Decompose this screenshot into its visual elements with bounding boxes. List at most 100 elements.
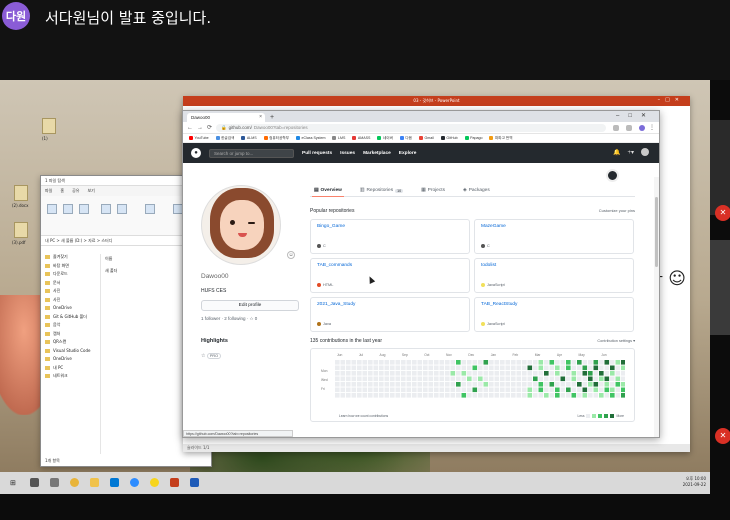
contribution-day-cell[interactable] <box>549 393 555 398</box>
contribution-day-cell[interactable] <box>494 387 500 393</box>
nav-issues[interactable]: Issues <box>340 151 355 156</box>
contribution-day-cell[interactable] <box>577 360 582 365</box>
contribution-day-cell[interactable] <box>489 382 494 387</box>
contribution-day-cell[interactable] <box>379 365 384 371</box>
contribution-day-cell[interactable] <box>478 371 483 376</box>
contribution-day-cell[interactable] <box>610 393 615 398</box>
contribution-day-cell[interactable] <box>494 371 500 376</box>
contribution-day-cell[interactable] <box>395 371 401 376</box>
contribution-day-cell[interactable] <box>571 376 577 382</box>
github-search-input[interactable]: Search or jump to... <box>209 148 294 158</box>
contribution-day-cell[interactable] <box>390 376 395 382</box>
contribution-day-cell[interactable] <box>577 382 582 387</box>
contribution-day-cell[interactable] <box>423 382 428 387</box>
contribution-day-cell[interactable] <box>335 365 340 371</box>
contribution-day-cell[interactable] <box>379 393 384 398</box>
contribution-day-cell[interactable] <box>445 371 450 376</box>
contribution-day-cell[interactable] <box>604 360 610 365</box>
nav-item[interactable]: OneDrive <box>41 356 100 365</box>
folder-icon[interactable] <box>90 478 99 487</box>
contribution-day-cell[interactable] <box>582 376 588 382</box>
nav-item[interactable]: QR스캔 <box>41 339 100 348</box>
contribution-day-cell[interactable] <box>615 393 621 398</box>
contribution-day-cell[interactable] <box>417 360 423 365</box>
edit-profile-button[interactable]: Edit profile <box>201 300 299 311</box>
contribution-day-cell[interactable] <box>604 382 610 387</box>
contribution-day-cell[interactable] <box>538 393 544 398</box>
contribution-day-cell[interactable] <box>588 371 593 376</box>
contribution-day-cell[interactable] <box>566 371 571 376</box>
taskbar-clock[interactable]: 오후 10:00 2021-09-22 <box>683 476 706 488</box>
nav-item[interactable]: 문서 <box>41 280 100 289</box>
contribution-day-cell[interactable] <box>346 360 351 365</box>
contribution-day-cell[interactable] <box>478 376 483 382</box>
bookmark-item[interactable]: ALMS <box>241 136 257 140</box>
nav-item[interactable]: 바탕 화면 <box>41 263 100 272</box>
bookmark-item[interactable]: 네이버 <box>377 136 393 141</box>
contribution-day-cell[interactable] <box>582 393 588 398</box>
contribution-day-cell[interactable] <box>373 365 379 371</box>
contribution-day-cell[interactable] <box>445 365 450 371</box>
contribution-day-cell[interactable] <box>401 387 406 393</box>
close-tab-icon[interactable]: × <box>259 114 262 120</box>
nav-item[interactable]: OneDrive <box>41 305 100 314</box>
contribution-day-cell[interactable] <box>472 371 478 376</box>
back-icon[interactable]: ← <box>187 125 193 131</box>
bookmark-item[interactable]: GitHub <box>440 136 458 140</box>
contribution-day-cell[interactable] <box>461 376 467 382</box>
contribution-day-cell[interactable] <box>489 387 494 393</box>
contribution-day-cell[interactable] <box>450 382 456 387</box>
contribution-day-cell[interactable] <box>582 382 588 387</box>
contribution-day-cell[interactable] <box>604 376 610 382</box>
contribution-day-cell[interactable] <box>621 365 625 371</box>
contribution-day-cell[interactable] <box>390 371 395 376</box>
contribution-day-cell[interactable] <box>445 376 450 382</box>
contribution-day-cell[interactable] <box>577 371 582 376</box>
contribution-day-cell[interactable] <box>423 360 428 365</box>
contribution-day-cell[interactable] <box>483 371 489 376</box>
contribution-day-cell[interactable] <box>445 387 450 393</box>
contribution-day-cell[interactable] <box>610 360 615 365</box>
contribution-day-cell[interactable] <box>505 393 511 398</box>
contribution-day-cell[interactable] <box>379 360 384 365</box>
contribution-day-cell[interactable] <box>456 371 461 376</box>
contribution-day-cell[interactable] <box>549 376 555 382</box>
nav-pull-requests[interactable]: Pull requests <box>302 151 332 156</box>
contribution-day-cell[interactable] <box>555 382 560 387</box>
contribution-day-cell[interactable] <box>401 382 406 387</box>
contribution-day-cell[interactable] <box>456 387 461 393</box>
contribution-day-cell[interactable] <box>467 376 472 382</box>
contribution-day-cell[interactable] <box>412 376 417 382</box>
contribution-day-cell[interactable] <box>357 393 362 398</box>
contribution-day-cell[interactable] <box>544 376 549 382</box>
contribution-day-cell[interactable] <box>538 387 544 393</box>
contribution-day-cell[interactable] <box>593 393 599 398</box>
contribution-day-cell[interactable] <box>439 393 445 398</box>
contribution-day-cell[interactable] <box>379 376 384 382</box>
contribution-day-cell[interactable] <box>450 387 456 393</box>
ribbon-tab[interactable]: 파일 <box>45 188 52 194</box>
contribution-day-cell[interactable] <box>538 371 544 376</box>
contribution-day-cell[interactable] <box>533 371 538 376</box>
contribution-day-cell[interactable] <box>599 365 604 371</box>
contribution-day-cell[interactable] <box>357 360 362 365</box>
github-logo-icon[interactable]: ● <box>191 148 201 158</box>
contribution-day-cell[interactable] <box>533 360 538 365</box>
contribution-day-cell[interactable] <box>522 365 527 371</box>
plus-icon[interactable]: +▾ <box>627 149 634 156</box>
window-controls[interactable]: –□✕ <box>658 97 684 103</box>
contribution-day-cell[interactable] <box>472 376 478 382</box>
contribution-day-cell[interactable] <box>549 360 555 365</box>
contribution-day-cell[interactable] <box>505 365 511 371</box>
contribution-day-cell[interactable] <box>406 376 412 382</box>
contribution-day-cell[interactable] <box>500 376 505 382</box>
contribution-day-cell[interactable] <box>571 365 577 371</box>
bookmark-item[interactable]: 다음 <box>399 136 412 141</box>
contribution-day-cell[interactable] <box>527 365 533 371</box>
contribution-day-cell[interactable] <box>395 360 401 365</box>
contribution-day-cell[interactable] <box>621 376 625 382</box>
contribution-day-cell[interactable] <box>555 371 560 376</box>
contribution-day-cell[interactable] <box>560 360 566 365</box>
repo-name-link[interactable]: 2021_Java_Study <box>317 302 463 307</box>
contribution-day-cell[interactable] <box>368 382 373 387</box>
